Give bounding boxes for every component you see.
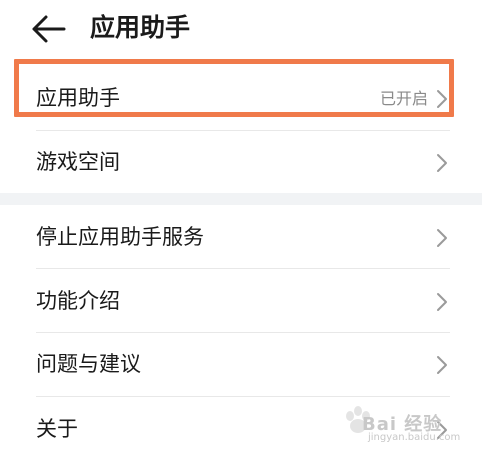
chevron-right-icon <box>436 292 448 312</box>
chevron-right-icon <box>436 153 448 173</box>
chevron-right-icon <box>436 355 448 375</box>
stop-service-row[interactable]: 停止应用助手服务 <box>0 206 482 268</box>
feedback-row[interactable]: 问题与建议 <box>0 333 482 396</box>
arrow-left-icon <box>32 15 66 43</box>
game-space-row[interactable]: 游戏空间 <box>0 131 482 193</box>
group-separator <box>0 193 482 205</box>
game-space-label: 游戏空间 <box>36 150 120 174</box>
top-bar: 应用助手 <box>0 0 482 56</box>
chevron-right-icon <box>436 228 448 248</box>
feature-intro-row[interactable]: 功能介绍 <box>0 269 482 332</box>
stop-service-label: 停止应用助手服务 <box>36 225 204 249</box>
about-label: 关于 <box>36 417 78 441</box>
watermark-url: jingyan.baidu.com <box>368 432 461 443</box>
feature-intro-label: 功能介绍 <box>36 289 120 313</box>
page-title: 应用助手 <box>90 13 191 42</box>
highlight-frame <box>14 59 454 117</box>
back-button[interactable] <box>30 12 70 46</box>
feedback-label: 问题与建议 <box>36 352 141 376</box>
